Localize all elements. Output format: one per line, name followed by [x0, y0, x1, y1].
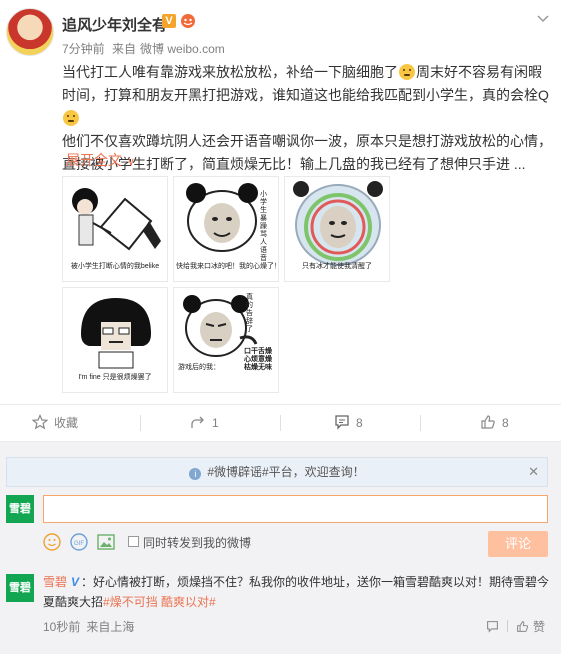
gif-icon[interactable]: GIF [70, 533, 88, 551]
post-image[interactable]: 被小学生打断心情的我belike [62, 176, 168, 282]
post-meta: 7分钟前 来自 微博 weibo.com [62, 40, 229, 57]
rumor-notice-banner: i #微博辟谣#平台，欢迎查询！ ✕ [6, 457, 548, 487]
thumbs-up-icon [481, 415, 495, 429]
mushroom-head-meme-image [81, 298, 151, 369]
star-icon [31, 414, 49, 430]
chevron-down-icon[interactable] [536, 12, 550, 26]
image-side-text: 真的告辞了 [246, 294, 253, 333]
ice-bucket-meme-image [293, 181, 383, 266]
like-button[interactable]: 8 [480, 405, 509, 441]
image-side-text: 小学生暴躁骂人语音 [260, 191, 267, 262]
emoji-icon [63, 110, 79, 126]
close-icon[interactable]: ✕ [528, 458, 539, 486]
forward-count: 1 [212, 416, 219, 430]
image-caption: 快给我来口冰的吧！我的心燥了！！ [176, 263, 276, 270]
comment-section: i #微博辟谣#平台，欢迎查询！ ✕ 雪碧 GIF 同时转发到我的微博 评论 雪碧… [0, 442, 561, 654]
image-caption: 被小学生打断心情的我belike [70, 263, 160, 270]
emoji-icon [399, 64, 415, 80]
forward-checkbox-label: 同时转发到我的微博 [143, 536, 252, 550]
thumbs-up-icon[interactable] [516, 620, 529, 633]
source-prefix: 来自 [112, 42, 137, 56]
emoji-picker-icon[interactable] [43, 533, 61, 551]
comment-like-label[interactable]: 赞 [533, 620, 545, 634]
comment-button[interactable]: 8 [334, 405, 363, 441]
post-image[interactable]: 小学生暴躁骂人语音 快给我来口冰的吧！我的心燥了！！ [173, 176, 279, 282]
image-caption: I'm fine 只是很烦燥罢了 [78, 374, 152, 381]
post-content: 当代打工人唯有靠游戏来放松放松，补给一下脑细胞了 周末好不容易有闲暇时间，打算和朋… [62, 61, 552, 176]
image-caption: 只有冰才能使我清醒了 [302, 263, 372, 270]
comment-hashtag-link[interactable]: #燥不可挡 酷爽以对# [103, 595, 216, 609]
comment-source: 来自上海 [86, 620, 135, 634]
post-image[interactable]: 真的告辞了 游戏后的我： 口干舌燥 心烦意燥 枯燥无味 [173, 287, 279, 393]
forward-checkbox[interactable] [128, 536, 139, 547]
user-avatar[interactable] [6, 8, 54, 56]
commenter-avatar[interactable]: 雪碧 [6, 495, 34, 523]
post-source[interactable]: 微博 weibo.com [140, 42, 225, 56]
post-image[interactable]: 只有冰才能使我清醒了 [284, 176, 390, 282]
weibo-post: 追风少年刘全有 V 7分钟前 来自 微博 weibo.com 当代打工人唯有靠游戏… [0, 0, 561, 404]
notice-text[interactable]: #微博辟谣#平台，欢迎查询！ [207, 465, 364, 479]
post-image[interactable]: I'm fine 只是很烦燥罢了 [62, 287, 168, 393]
expand-label: 展开全文 [66, 152, 122, 168]
reply-comment-icon[interactable] [486, 620, 499, 633]
comment-meta: 10秒前 来自上海 [43, 618, 140, 635]
post-text-3: 他们不仅喜欢蹲坑阴人还会开语音嘲讽你一波，原本只是想打游戏放松的心情，直接被小学… [62, 133, 552, 172]
favorite-button[interactable]: 收藏 [31, 405, 79, 441]
favorite-label: 收藏 [54, 416, 79, 430]
post-time[interactable]: 7分钟前 [62, 42, 105, 56]
comment-time: 10秒前 [43, 620, 81, 634]
expand-full-text-link[interactable]: 展开全文 ∨ [66, 150, 135, 170]
comment-icon [335, 415, 349, 430]
comment-input[interactable] [43, 495, 548, 523]
post-action-bar: 收藏 1 8 8 [0, 404, 561, 442]
verified-badge-icon: V [162, 14, 176, 28]
post-username[interactable]: 追风少年刘全有 [62, 14, 167, 35]
comment-author-avatar[interactable]: 雪碧 [6, 574, 34, 602]
info-icon: i [189, 468, 202, 480]
fan-badge-icon [181, 14, 195, 28]
comment-author[interactable]: 雪碧 [43, 575, 67, 589]
post-text-1: 当代打工人唯有靠游戏来放松放松，补给一下脑细胞了 [62, 64, 398, 80]
forward-icon [191, 416, 204, 428]
forward-button[interactable]: 1 [190, 405, 219, 441]
comment-item: 雪碧 V ：好心情被打断，烦燥挡不住？私我你的收件地址，送你一箱雪碧酷爽以对！期待雪… [43, 572, 553, 612]
verified-v-icon: V [71, 575, 80, 589]
chevron-down-icon: ∨ [127, 156, 136, 168]
image-side-text-2: 口干舌燥 心烦意燥 枯燥无味 [244, 348, 272, 371]
image-upload-icon[interactable] [97, 533, 115, 551]
comment-count: 8 [356, 416, 363, 430]
meme-image [72, 188, 161, 251]
comment-actions: 赞 [486, 618, 545, 635]
svg-text:GIF: GIF [74, 541, 84, 547]
like-count: 8 [502, 416, 509, 430]
image-caption: 游戏后的我： [178, 364, 220, 371]
submit-comment-button[interactable]: 评论 [488, 531, 548, 557]
